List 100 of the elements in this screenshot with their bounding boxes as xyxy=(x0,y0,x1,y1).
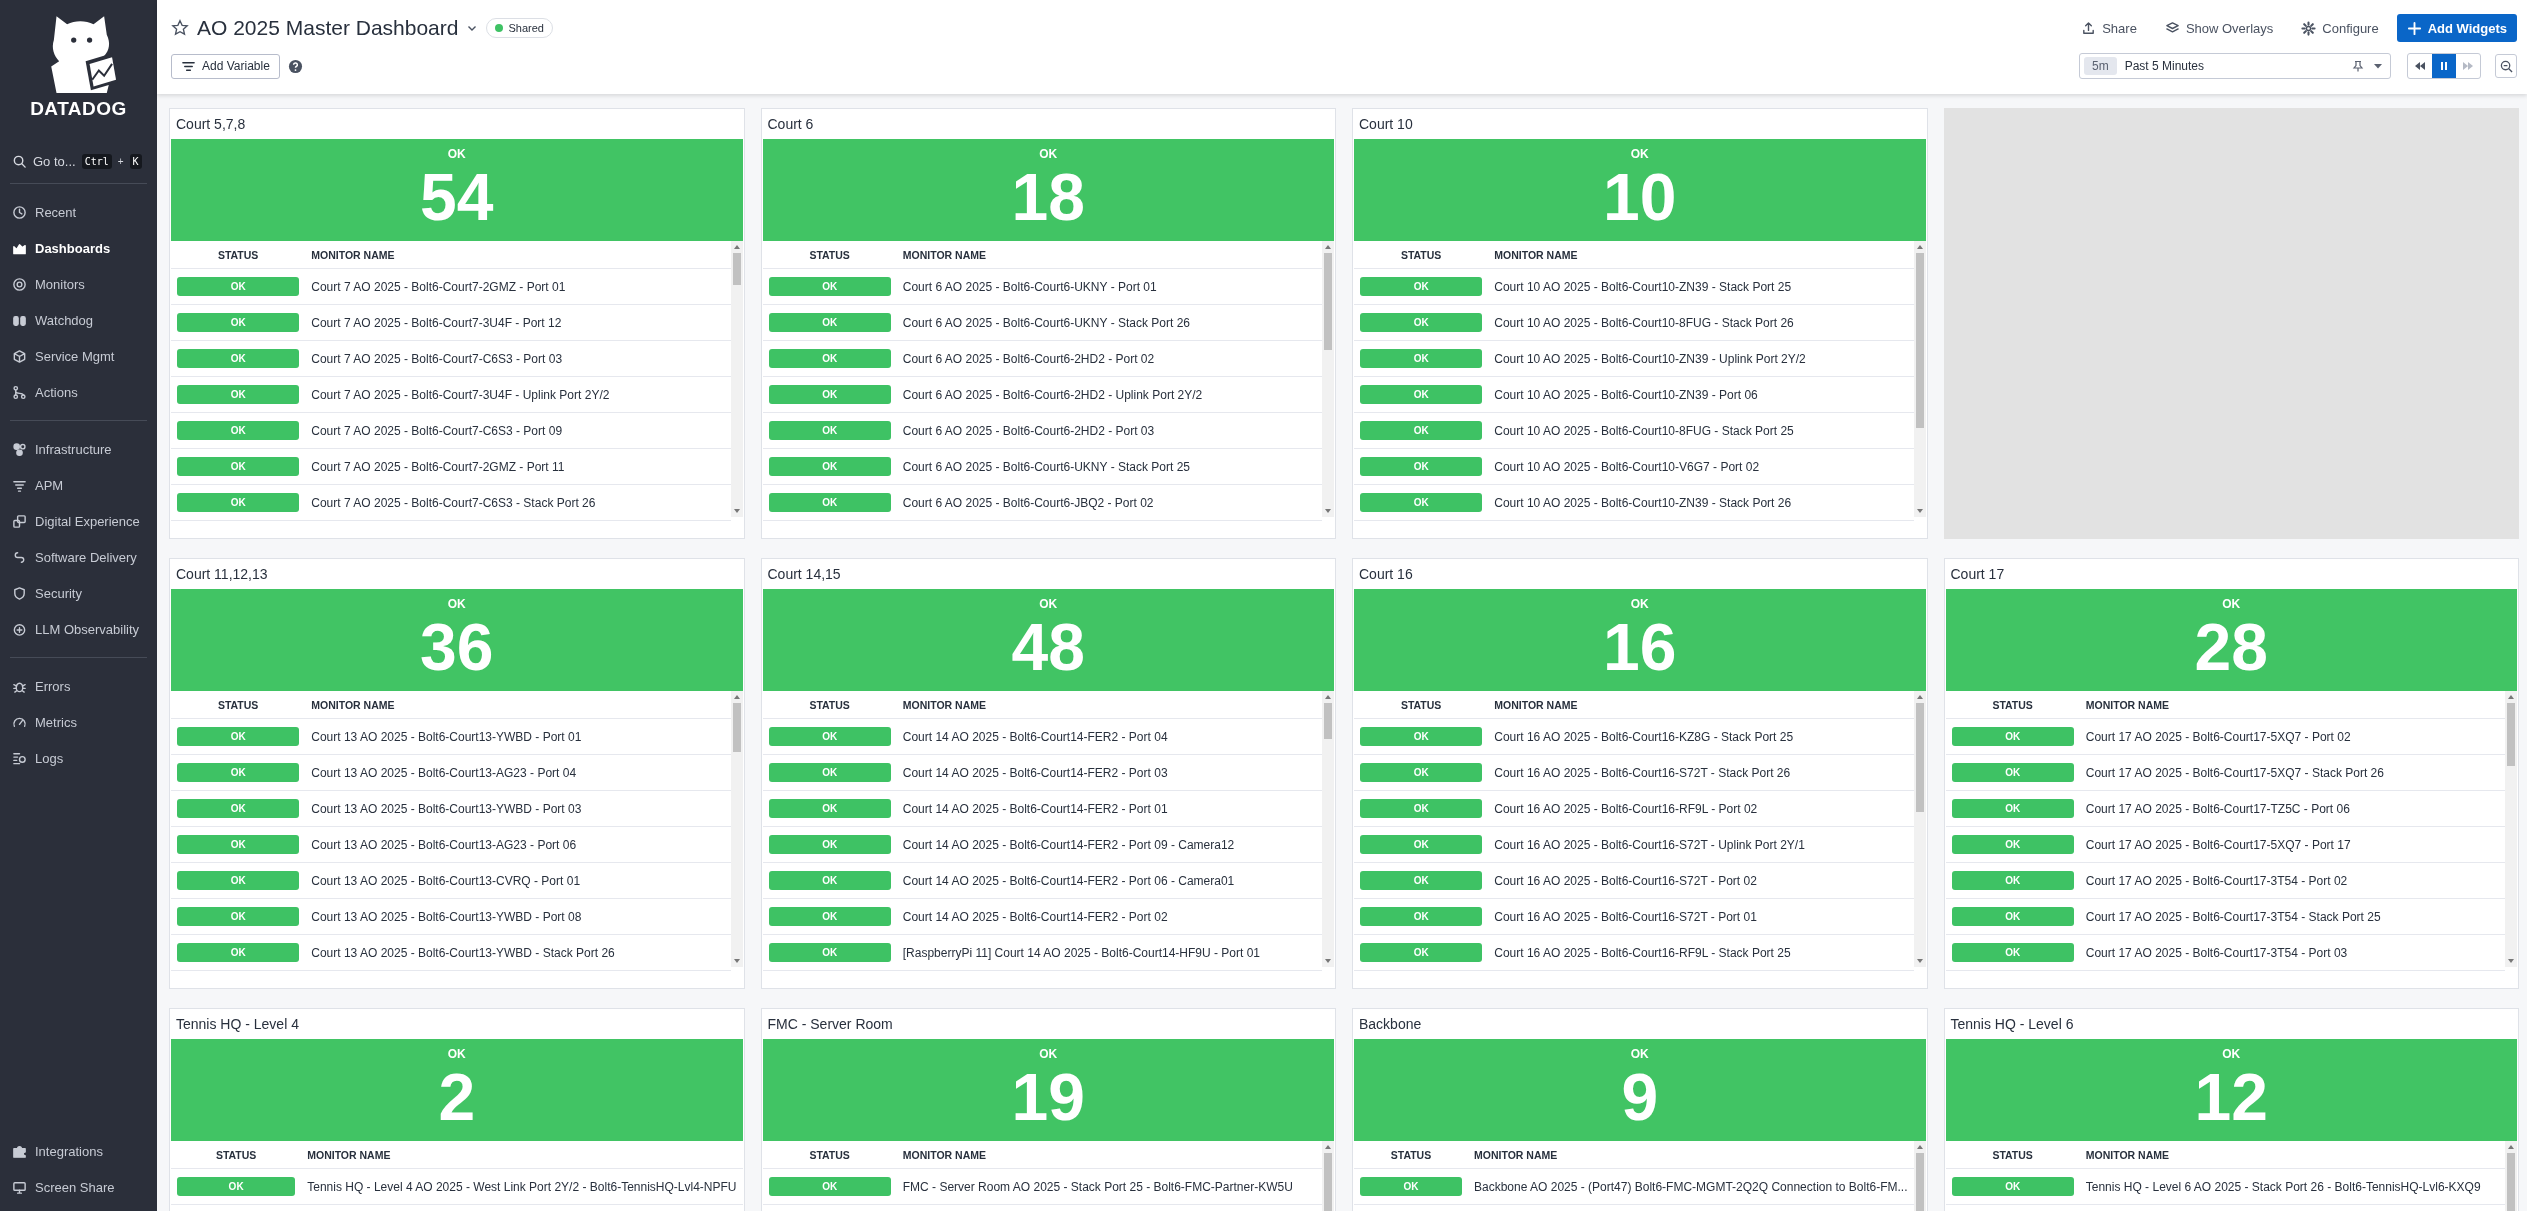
monitor-name[interactable]: Court 13 AO 2025 - Bolt6-Court13-AG23 - Port 04 xyxy=(305,754,731,791)
status-badge: OK xyxy=(768,799,891,818)
status-badge: OK xyxy=(177,313,300,332)
nav-item[interactable]: Screen Share xyxy=(0,1169,157,1205)
monitor-name[interactable]: Tennis HQ - Level 4 AO 2025 - West Link Port 2Y/2 - Bolt6-TennisHQ-Lvl4-NPFU xyxy=(301,1168,743,1205)
nav-item[interactable]: Infrastructure xyxy=(0,431,157,467)
column-header: STATUS xyxy=(171,691,306,719)
monitor-name[interactable]: Court 10 AO 2025 - Bolt6-Court10-ZN39 - Port 06 xyxy=(1488,376,1914,413)
monitor-name[interactable]: Court 16 AO 2025 - Bolt6-Court16-RF9L - Port 02 xyxy=(1488,790,1914,827)
monitor-name[interactable]: Court 7 AO 2025 - Bolt6-Court7-C6S3 - Port 03 xyxy=(305,340,731,377)
monitor-name[interactable]: Court 14 AO 2025 - Bolt6-Court14-FER2 - Port 04 xyxy=(896,718,1322,755)
monitor-name[interactable]: Court 6 AO 2025 - Bolt6-Court6-2HD2 - Port 02 xyxy=(896,340,1322,377)
monitor-name[interactable]: Court 7 AO 2025 - Bolt6-Court7-3U4F - Port 12 xyxy=(305,304,731,341)
status-badge: OK xyxy=(1360,385,1483,404)
status-badge: OK xyxy=(1360,835,1483,854)
toolbar-button[interactable]: Configure xyxy=(2291,14,2389,42)
nav-item[interactable]: Metrics xyxy=(0,704,157,740)
monitor-name[interactable]: Court 10 AO 2025 - Bolt6-Court10-8FUG - Stack Port 26 xyxy=(1488,304,1914,341)
monitor-name[interactable]: Court 10 AO 2025 - Bolt6-Court10-V6G7 - Port 02 xyxy=(1488,448,1914,485)
monitor-name[interactable]: Court 17 AO 2025 - Bolt6-Court17-5XQ7 - Port 17 xyxy=(2079,826,2505,863)
status-label: OK xyxy=(2222,597,2241,611)
monitor-name[interactable]: Court 16 AO 2025 - Bolt6-Court16-S72T - Stack Port 26 xyxy=(1488,754,1914,791)
monitor-name[interactable]: Court 14 AO 2025 - Bolt6-Court14-FER2 - Port 06 - Camera01 xyxy=(896,862,1322,899)
monitor-name[interactable]: Court 10 AO 2025 - Bolt6-Court10-ZN39 - Stack Port 25 xyxy=(1488,268,1914,305)
monitor-name[interactable]: Court 6 AO 2025 - Bolt6-Court6-UKNY - Stack Port 26 xyxy=(896,304,1322,341)
toolbar-button[interactable]: Show Overlays xyxy=(2154,14,2284,42)
monitor-name[interactable]: Court 6 AO 2025 - Bolt6-Court6-UKNY - Port 01 xyxy=(896,268,1322,305)
monitor-name[interactable]: Court 6 AO 2025 - Bolt6-Court6-JBQ2 - Port 02 xyxy=(896,484,1322,521)
nav-item[interactable]: Actions xyxy=(0,374,157,410)
nav-item[interactable]: Service Mgmt xyxy=(0,338,157,374)
monitor-name[interactable]: Court 6 AO 2025 - Bolt6-Court6-UKNY - Stack Port 25 xyxy=(896,448,1322,485)
status-badge: OK xyxy=(1360,871,1483,890)
monitor-count: 16 xyxy=(1603,611,1677,683)
nav-item[interactable]: LLM Observability xyxy=(0,611,157,647)
monitor-name[interactable]: Court 6 AO 2025 - Bolt6-Court6-2HD2 - Port 03 xyxy=(896,412,1322,449)
nav-item[interactable]: Integrations xyxy=(0,1133,157,1169)
monitor-name[interactable]: Court 17 AO 2025 - Bolt6-Court17-5XQ7 - Stack Port 26 xyxy=(2079,754,2505,791)
status-label: OK xyxy=(1039,597,1058,611)
monitor-name[interactable]: Court 17 AO 2025 - Bolt6-Court17-3T54 - Port 02 xyxy=(2079,862,2505,899)
monitor-name[interactable]: Backbone AO 2025 - (Port47) Bolt6-FMC-MGMT-2Q2Q Connection to Bolt6-FM... xyxy=(1468,1168,1914,1205)
goto-search[interactable]: Go to... Ctrl + K xyxy=(12,150,149,173)
monitor-name[interactable]: Court 7 AO 2025 - Bolt6-Court7-C6S3 - Port 09 xyxy=(305,412,731,449)
status-label: OK xyxy=(1039,1047,1058,1061)
monitor-name[interactable]: Court 17 AO 2025 - Bolt6-Court17-3T54 - Port 03 xyxy=(2079,934,2505,971)
monitor-name[interactable]: Court 13 AO 2025 - Bolt6-Court13-YWBD - Stack Port 26 xyxy=(305,934,731,971)
monitor-count: 18 xyxy=(1011,161,1085,233)
status-badge: OK xyxy=(768,493,891,512)
monitor-name[interactable]: Court 13 AO 2025 - Bolt6-Court13-YWBD - Port 03 xyxy=(305,790,731,827)
nav-item[interactable]: Watchdog xyxy=(0,302,157,338)
monitor-name[interactable]: Court 6 AO 2025 - Bolt6-Court6-2HD2 - Uplink Port 2Y/2 xyxy=(896,376,1322,413)
monitor-name[interactable]: Court 10 AO 2025 - Bolt6-Court10-ZN39 - Stack Port 26 xyxy=(1488,484,1914,521)
nav-item[interactable]: Recent xyxy=(0,194,157,230)
widget-title: Court 17 xyxy=(1950,566,2005,582)
nav-item[interactable]: APM xyxy=(0,467,157,503)
toolbar-button[interactable]: Add Widgets xyxy=(2396,14,2517,42)
monitor-name[interactable]: Court 7 AO 2025 - Bolt6-Court7-C6S3 - Stack Port 26 xyxy=(305,484,731,521)
monitor-name[interactable]: Court 17 AO 2025 - Bolt6-Court17-TZ5C - Port 06 xyxy=(2079,790,2505,827)
monitor-name[interactable]: Court 10 AO 2025 - Bolt6-Court10-ZN39 - Uplink Port 2Y/2 xyxy=(1488,340,1914,377)
column-header: MONITOR NAME xyxy=(301,1141,743,1169)
nav-item[interactable]: Logs xyxy=(0,740,157,776)
monitor-name[interactable]: Court 7 AO 2025 - Bolt6-Court7-2GMZ - Port 01 xyxy=(305,268,731,305)
monitor-name[interactable]: Court 14 AO 2025 - Bolt6-Court14-FER2 - Port 09 - Camera12 xyxy=(896,826,1322,863)
nav-item[interactable]: Dashboards xyxy=(0,230,157,266)
status-badge: OK xyxy=(1360,421,1483,440)
monitor-name[interactable]: Court 13 AO 2025 - Bolt6-Court13-CVRQ - Port 01 xyxy=(305,862,731,899)
column-header: STATUS xyxy=(171,241,306,269)
monitor-name[interactable]: Court 10 AO 2025 - Bolt6-Court10-8FUG - Stack Port 25 xyxy=(1488,412,1914,449)
nav-item[interactable]: Monitors xyxy=(0,266,157,302)
status-badge: OK xyxy=(177,799,300,818)
nav-item[interactable]: Errors xyxy=(0,668,157,704)
monitor-name[interactable]: Court 7 AO 2025 - Bolt6-Court7-3U4F - Uplink Port 2Y/2 xyxy=(305,376,731,413)
monitor-name[interactable]: Tennis HQ - Level 6 AO 2025 - Stack Port 26 - Bolt6-TennisHQ-Lvl6-KXQ9 xyxy=(2079,1168,2505,1205)
monitor-name[interactable]: Court 13 AO 2025 - Bolt6-Court13-YWBD - Port 08 xyxy=(305,898,731,935)
monitor-name[interactable]: FMC - Server Room AO 2025 - Stack Port 25 - Bolt6-FMC-Partner-KW5U xyxy=(896,1168,1322,1205)
toolbar-button[interactable]: Share xyxy=(2071,14,2147,42)
status-label: OK xyxy=(2222,1047,2241,1061)
column-header: MONITOR NAME xyxy=(2079,1141,2505,1169)
time-range-picker[interactable]: 5m Past 5 Minutes xyxy=(2079,53,2391,79)
status-badge: OK xyxy=(768,871,891,890)
monitor-name[interactable]: Court 13 AO 2025 - Bolt6-Court13-YWBD - Port 01 xyxy=(305,718,731,755)
monitor-name[interactable]: Court 16 AO 2025 - Bolt6-Court16-S72T - Uplink Port 2Y/1 xyxy=(1488,826,1914,863)
monitor-name[interactable]: Court 13 AO 2025 - Bolt6-Court13-AG23 - Port 06 xyxy=(305,826,731,863)
monitor-count: 12 xyxy=(2194,1061,2268,1133)
widget-title: Court 6 xyxy=(767,116,814,132)
monitor-name[interactable]: Court 16 AO 2025 - Bolt6-Court16-S72T - Port 01 xyxy=(1488,898,1914,935)
monitor-name[interactable]: Court 14 AO 2025 - Bolt6-Court14-FER2 - Port 01 xyxy=(896,790,1322,827)
monitor-name[interactable]: Court 14 AO 2025 - Bolt6-Court14-FER2 - Port 03 xyxy=(896,754,1322,791)
nav-item[interactable]: Security xyxy=(0,575,157,611)
add-variable-button[interactable]: Add Variable xyxy=(171,53,280,79)
monitor-name[interactable]: Court 14 AO 2025 - Bolt6-Court14-FER2 - Port 02 xyxy=(896,898,1322,935)
nav-item[interactable]: Software Delivery xyxy=(0,539,157,575)
monitor-name[interactable]: Court 16 AO 2025 - Bolt6-Court16-S72T - Port 02 xyxy=(1488,862,1914,899)
monitor-name[interactable]: [RaspberryPi 11] Court 14 AO 2025 - Bolt6-Court14-HF9U - Port 01 xyxy=(896,934,1322,971)
column-header: STATUS xyxy=(1945,1141,2080,1169)
monitor-name[interactable]: Court 16 AO 2025 - Bolt6-Court16-RF9L - Stack Port 25 xyxy=(1488,934,1914,971)
nav-item[interactable]: Digital Experience xyxy=(0,503,157,539)
monitor-name[interactable]: Court 17 AO 2025 - Bolt6-Court17-5XQ7 - Port 02 xyxy=(2079,718,2505,755)
monitor-name[interactable]: Court 7 AO 2025 - Bolt6-Court7-2GMZ - Port 11 xyxy=(305,448,731,485)
monitor-name[interactable]: Court 16 AO 2025 - Bolt6-Court16-KZ8G - Stack Port 25 xyxy=(1488,718,1914,755)
monitor-name[interactable]: Court 17 AO 2025 - Bolt6-Court17-3T54 - Stack Port 25 xyxy=(2079,898,2505,935)
